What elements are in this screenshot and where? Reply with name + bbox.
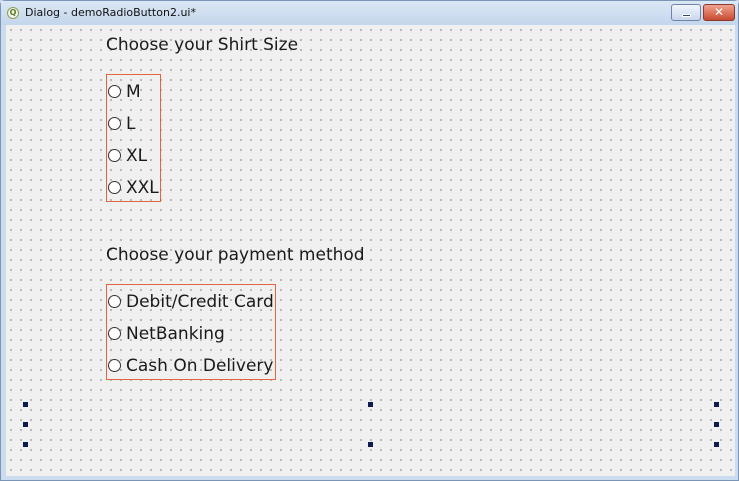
radio-shirt-xxl[interactable]: XXL: [107, 171, 159, 204]
minimize-button[interactable]: [671, 4, 701, 21]
shirt-size-group[interactable]: M L XL XXL: [106, 74, 161, 202]
radio-indicator[interactable]: [108, 181, 121, 194]
title-bar[interactable]: Q Dialog - demoRadioButton2.ui* ✕: [1, 1, 738, 25]
dialog-window: Q Dialog - demoRadioButton2.ui* ✕ Choose…: [0, 0, 739, 481]
radio-indicator[interactable]: [108, 327, 121, 340]
radio-label: M: [126, 81, 141, 102]
radio-payment-cod[interactable]: Cash On Delivery: [107, 349, 273, 382]
resize-handle-top-right[interactable]: [714, 402, 719, 407]
payment-method-heading[interactable]: Choose your payment method: [106, 245, 365, 265]
radio-label: Cash On Delivery: [126, 355, 274, 376]
resize-handle-right[interactable]: [714, 422, 719, 427]
resize-handle-top-left[interactable]: [23, 402, 28, 407]
radio-label: Debit/Credit Card: [126, 291, 274, 312]
close-icon: ✕: [713, 5, 725, 19]
resize-handle-left[interactable]: [23, 422, 28, 427]
resize-handle-bottom-left[interactable]: [23, 442, 28, 447]
radio-indicator[interactable]: [108, 295, 121, 308]
minimize-icon: [682, 14, 691, 17]
radio-shirt-l[interactable]: L: [107, 107, 135, 140]
radio-shirt-xl[interactable]: XL: [107, 139, 147, 172]
window-title: Dialog - demoRadioButton2.ui*: [25, 6, 196, 19]
shirt-size-heading[interactable]: Choose your Shirt Size: [106, 35, 298, 55]
resize-handle-top[interactable]: [368, 402, 373, 407]
form-canvas[interactable]: Choose your Shirt Size M L XL XXL Choose…: [6, 25, 735, 476]
close-button[interactable]: ✕: [703, 4, 735, 21]
radio-indicator[interactable]: [108, 149, 121, 162]
radio-label: XL: [126, 145, 148, 166]
radio-payment-card[interactable]: Debit/Credit Card: [107, 285, 274, 318]
qt-app-icon[interactable]: Q: [7, 7, 19, 19]
radio-payment-netbanking[interactable]: NetBanking: [107, 317, 225, 350]
payment-method-group[interactable]: Debit/Credit Card NetBanking Cash On Del…: [106, 284, 276, 380]
radio-indicator[interactable]: [108, 117, 121, 130]
radio-label: XXL: [126, 177, 159, 198]
resize-handle-bottom[interactable]: [368, 442, 373, 447]
radio-indicator[interactable]: [108, 359, 121, 372]
radio-shirt-m[interactable]: M: [107, 75, 141, 108]
radio-indicator[interactable]: [108, 85, 121, 98]
resize-handle-bottom-right[interactable]: [714, 442, 719, 447]
radio-label: NetBanking: [126, 323, 225, 344]
radio-label: L: [126, 113, 136, 134]
